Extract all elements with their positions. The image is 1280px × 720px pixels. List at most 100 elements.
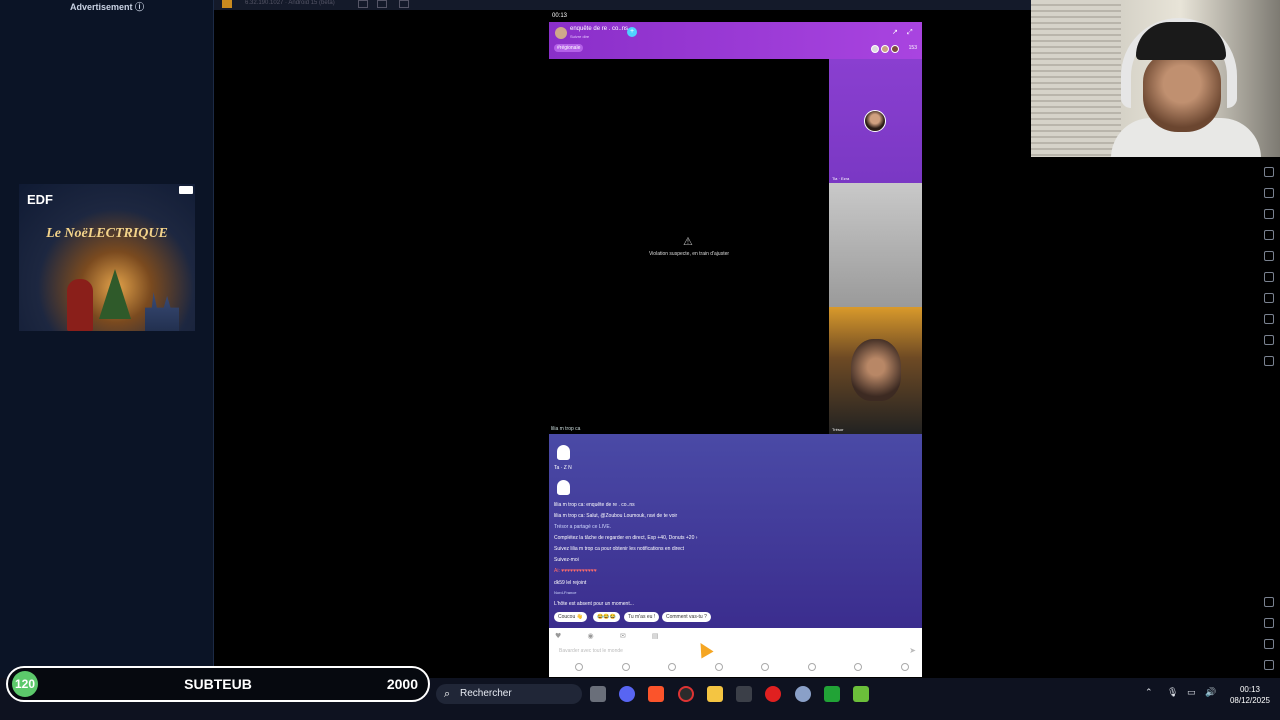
- host-name: enquête de re . co..ns: [570, 26, 629, 32]
- guest-video-1[interactable]: Tia · Ezra: [829, 59, 922, 183]
- home-icon[interactable]: [377, 0, 387, 8]
- clock-date: 08/12/2025: [1229, 696, 1271, 705]
- phone-screen: 00:13 enquête de re . co..ns Suivre dire…: [549, 11, 922, 677]
- emulator-app-icon[interactable]: [853, 686, 869, 702]
- app-logo-icon: [222, 0, 232, 8]
- task-line[interactable]: Complétez la tâche de regarder en direct…: [554, 535, 697, 541]
- task-view-icon[interactable]: [590, 686, 606, 702]
- spreadsheet-icon[interactable]: [824, 686, 840, 702]
- ghost-icon: [557, 445, 570, 460]
- obs-icon[interactable]: [678, 686, 694, 702]
- ad-label-text: Advertisement: [69, 2, 133, 12]
- screenshot-icon[interactable]: [1264, 188, 1274, 198]
- youtube-icon[interactable]: [765, 686, 781, 702]
- brave-icon[interactable]: [648, 686, 664, 702]
- sync-icon[interactable]: [1264, 356, 1274, 366]
- settings-icon[interactable]: [1264, 597, 1274, 607]
- ad-label: Advertisement ⓘ: [0, 0, 214, 12]
- guest-video-2[interactable]: [829, 183, 922, 307]
- tab-icon[interactable]: [761, 663, 769, 671]
- folder-icon[interactable]: [1264, 230, 1274, 240]
- status-bar: 00:13: [549, 11, 922, 22]
- chat-input[interactable]: Bavarder avec tout le monde: [559, 648, 623, 654]
- host-video[interactable]: ⚠ Violation suspecte, en train d'ajuster…: [549, 59, 829, 434]
- tab-icon[interactable]: [668, 663, 676, 671]
- microphone-icon[interactable]: 🎙: [1167, 688, 1178, 698]
- emulator-topbar: 6.32.190.1027 · Android 15 (beta): [214, 0, 1032, 10]
- media-icon[interactable]: [736, 686, 752, 702]
- chat-line: L'hôte est absent pour un moment...: [554, 601, 634, 607]
- back-icon[interactable]: [1264, 618, 1274, 628]
- sub-goal-target: 2000: [386, 676, 418, 692]
- record-icon[interactable]: [1264, 209, 1274, 219]
- chat-line: Ai: ♥♥♥♥♥♥♥♥♥♥♥♥: [554, 568, 597, 574]
- ad-choices-icon[interactable]: [179, 186, 193, 194]
- search-icon: ⌕: [444, 687, 451, 700]
- share-icon[interactable]: ↗: [892, 28, 900, 36]
- send-icon[interactable]: ➤: [909, 646, 916, 655]
- emulator-version: 6.32.190.1027 · Android 15 (beta): [245, 0, 335, 6]
- tab-icon[interactable]: [854, 663, 862, 671]
- chat-composer: ♥ ◉ ✉ ▤ Bavarder avec tout le monde ➤: [549, 628, 922, 677]
- location-icon[interactable]: [1264, 314, 1274, 324]
- chat-line: Ta · Z N: [554, 465, 572, 471]
- viewer-avatar[interactable]: [881, 45, 889, 53]
- settings-app-icon[interactable]: [795, 686, 811, 702]
- composer-tools[interactable]: ♥ ◉ ✉ ▤: [555, 632, 671, 640]
- erase-icon[interactable]: [1264, 293, 1274, 303]
- tab-icon[interactable]: [575, 663, 583, 671]
- quick-reply[interactable]: Tu m'as eu !: [624, 612, 660, 622]
- recent-apps-icon[interactable]: [1264, 660, 1274, 670]
- taskbar-search[interactable]: ⌕ Rechercher: [436, 684, 582, 704]
- taskbar-clock[interactable]: 00:13 08/12/2025: [1226, 684, 1274, 706]
- sub-goal-overlay: 120 SUBTEUB 2000: [6, 666, 430, 702]
- volume-icon[interactable]: 🔊: [1205, 688, 1216, 698]
- network-icon[interactable]: ▭: [1187, 688, 1196, 698]
- back-icon[interactable]: [358, 0, 368, 8]
- ad-castle-image: [145, 292, 179, 331]
- tab-icon[interactable]: [622, 663, 630, 671]
- expand-icon[interactable]: ⤢: [907, 28, 915, 36]
- file-explorer-icon[interactable]: [707, 686, 723, 702]
- info-icon[interactable]: ⓘ: [135, 2, 144, 12]
- tab-icon[interactable]: [901, 663, 909, 671]
- guest-video-3[interactable]: Trésor: [829, 307, 922, 434]
- discord-icon[interactable]: [619, 686, 635, 702]
- ad-column: Advertisement ⓘ EDF Le NoëLECTRIQUE: [0, 0, 214, 678]
- clock-time: 00:13: [1239, 685, 1261, 694]
- quick-reply[interactable]: 😂😂😂: [593, 612, 620, 622]
- viewer-count[interactable]: 153: [909, 45, 917, 51]
- webcam-feed: [1031, 0, 1280, 157]
- region-tag[interactable]: #régionale: [554, 44, 584, 52]
- viewer-avatar[interactable]: [871, 45, 879, 53]
- guest-label: Tia · Ezra: [832, 176, 850, 181]
- tab-icon[interactable]: [715, 663, 723, 671]
- viewer-avatar[interactable]: [891, 45, 899, 53]
- cap: [1136, 22, 1226, 60]
- host-avatar[interactable]: [555, 27, 567, 39]
- home-icon[interactable]: [1264, 639, 1274, 649]
- tray-chevron-icon[interactable]: ⌃: [1145, 688, 1153, 698]
- resize-icon[interactable]: [1264, 272, 1274, 282]
- follow-prompt[interactable]: Suivez-moi: [554, 557, 579, 563]
- guest-face: [851, 339, 901, 401]
- layers-icon[interactable]: [1264, 335, 1274, 345]
- emulator-sidebar: [1258, 160, 1280, 678]
- follow-button[interactable]: +: [627, 27, 637, 37]
- tab-icon[interactable]: [808, 663, 816, 671]
- host-video-label: lilia m trop ca: [551, 426, 581, 432]
- ad-headline: Le NoëLECTRIQUE: [46, 226, 168, 241]
- quick-reply[interactable]: Coucou 👋: [554, 612, 587, 622]
- chat-line: Trésor a partagé ce LIVE.: [554, 524, 612, 530]
- keyboard-icon[interactable]: [1264, 167, 1274, 177]
- ad-brand: EDF: [27, 192, 53, 207]
- ghost-icon: [557, 480, 570, 495]
- airplane-icon[interactable]: [1264, 251, 1274, 261]
- quick-reply[interactable]: Comment vas-tu ?: [662, 612, 711, 622]
- host-subtitle: Suivre dire: [570, 34, 590, 39]
- streamer-face: [1143, 52, 1221, 132]
- ad-banner[interactable]: EDF Le NoëLECTRIQUE: [19, 184, 195, 331]
- bottom-tabs: [549, 663, 922, 675]
- window-blinds: [1031, 0, 1121, 157]
- multitask-icon[interactable]: [399, 0, 409, 8]
